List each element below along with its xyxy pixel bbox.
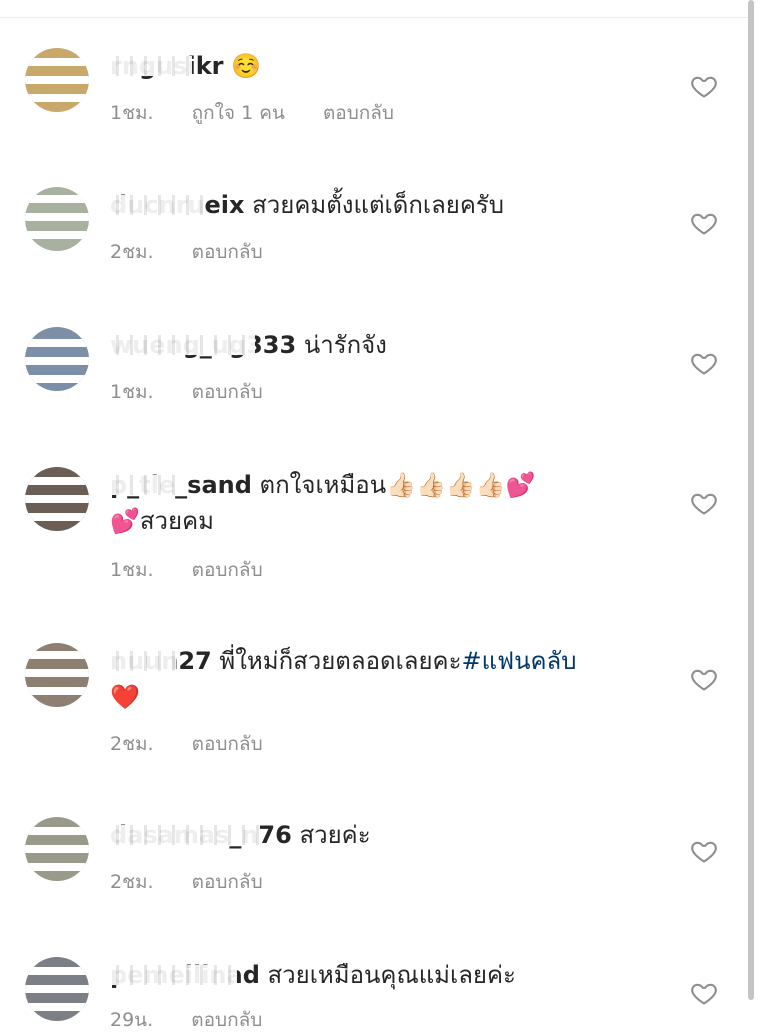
comment-meta: 2ชม. ตอบกลับ — [110, 237, 295, 267]
comment-time: 1ชม. — [110, 559, 154, 581]
reply-button[interactable]: ตอบกลับ — [192, 559, 263, 581]
comment-text: pemeilinad สวยเหมือนคุณแม่เลยค่ะ — [110, 957, 630, 993]
comment-body: ☺️ — [231, 52, 262, 80]
avatar[interactable] — [25, 327, 89, 391]
comment-username[interactable]: wueng_ug333 — [110, 327, 296, 363]
heart-outline-icon[interactable] — [690, 349, 718, 377]
comment-body: สวยคมตั้งแต่เด็กเลยครับ — [252, 191, 505, 219]
comment-time: 1ชม. — [110, 381, 154, 403]
comment-username[interactable]: ducnrueix — [110, 187, 244, 223]
reply-button[interactable]: ตอบกลับ — [323, 102, 394, 124]
hashtag-link[interactable]: #แฟนคลับ — [462, 647, 577, 675]
comment-text: dasamas_n76 สวยค่ะ — [110, 817, 630, 853]
comment-text: rngusikr ☺️ — [110, 48, 630, 84]
avatar[interactable] — [25, 643, 89, 707]
comment-body: น่ารักจัง — [303, 331, 387, 359]
avatar[interactable] — [25, 467, 89, 531]
reply-button[interactable]: ตอบกลับ — [192, 381, 263, 403]
avatar[interactable] — [25, 48, 89, 112]
comment-body: ตกใจเหมือน👍🏻👍🏻👍🏻👍🏻💕 — [259, 471, 536, 499]
comment-text: ducnrueix สวยคมตั้งแต่เด็กเลยครับ — [110, 187, 630, 223]
comment-time: 2ชม. — [110, 733, 154, 755]
comment-time: 1ชม. — [110, 102, 154, 124]
heart-outline-icon[interactable] — [690, 837, 718, 865]
comment-username[interactable]: rngusikr — [110, 48, 224, 84]
heart-outline-icon[interactable] — [690, 979, 718, 1007]
heart-outline-icon[interactable] — [690, 489, 718, 517]
comment-meta: 1ชม. ตอบกลับ — [110, 555, 295, 585]
comment-likes[interactable]: ถูกใจ 1 คน — [192, 102, 285, 124]
scrollbar[interactable] — [748, 0, 754, 1000]
comment-body: พี่ใหม่ก็สวยตลอดเลยคะ — [219, 647, 462, 675]
comment-username[interactable]: pemeilinad — [110, 957, 260, 993]
avatar[interactable] — [25, 957, 89, 1021]
top-divider — [0, 17, 750, 18]
comment-text: p_tle_sand ตกใจเหมือน👍🏻👍🏻👍🏻👍🏻💕 💕สวยคม — [110, 467, 630, 539]
heart-outline-icon[interactable] — [690, 665, 718, 693]
avatar[interactable] — [25, 187, 89, 251]
heart-outline-icon[interactable] — [690, 209, 718, 237]
comment-username[interactable]: dasamas_n76 — [110, 817, 292, 853]
comment-username[interactable]: nuun27 — [110, 643, 212, 679]
comment-body: สวยค่ะ — [299, 821, 371, 849]
comment-meta: 2ชม. ตอบกลับ — [110, 867, 295, 897]
comment-meta: 29น. ตอบกลับ — [110, 1005, 294, 1035]
reply-button[interactable]: ตอบกลับ — [192, 241, 263, 263]
comment-time: 2ชม. — [110, 241, 154, 263]
comment-meta: 1ชม. ตอบกลับ — [110, 377, 295, 407]
comment-meta: 1ชม. ถูกใจ 1 คน ตอบกลับ — [110, 98, 426, 128]
comment-text: wueng_ug333 น่ารักจัง — [110, 327, 630, 363]
comment-meta: 2ชม. ตอบกลับ — [110, 729, 295, 759]
heart-outline-icon[interactable] — [690, 72, 718, 100]
avatar[interactable] — [25, 817, 89, 881]
comment-text: nuun27 พี่ใหม่ก็สวยตลอดเลยคะ#แฟนคลับ ❤️ — [110, 643, 650, 715]
comment-body-line2: 💕สวยคม — [110, 507, 214, 535]
comment-body: สวยเหมือนคุณแม่เลยค่ะ — [267, 961, 516, 989]
comment-body-line2: ❤️ — [110, 683, 140, 711]
reply-button[interactable]: ตอบกลับ — [191, 1009, 262, 1031]
comment-username[interactable]: p_tle_sand — [110, 467, 252, 503]
reply-button[interactable]: ตอบกลับ — [192, 733, 263, 755]
comment-time: 2ชม. — [110, 871, 154, 893]
comment-time: 29น. — [110, 1009, 154, 1031]
reply-button[interactable]: ตอบกลับ — [192, 871, 263, 893]
